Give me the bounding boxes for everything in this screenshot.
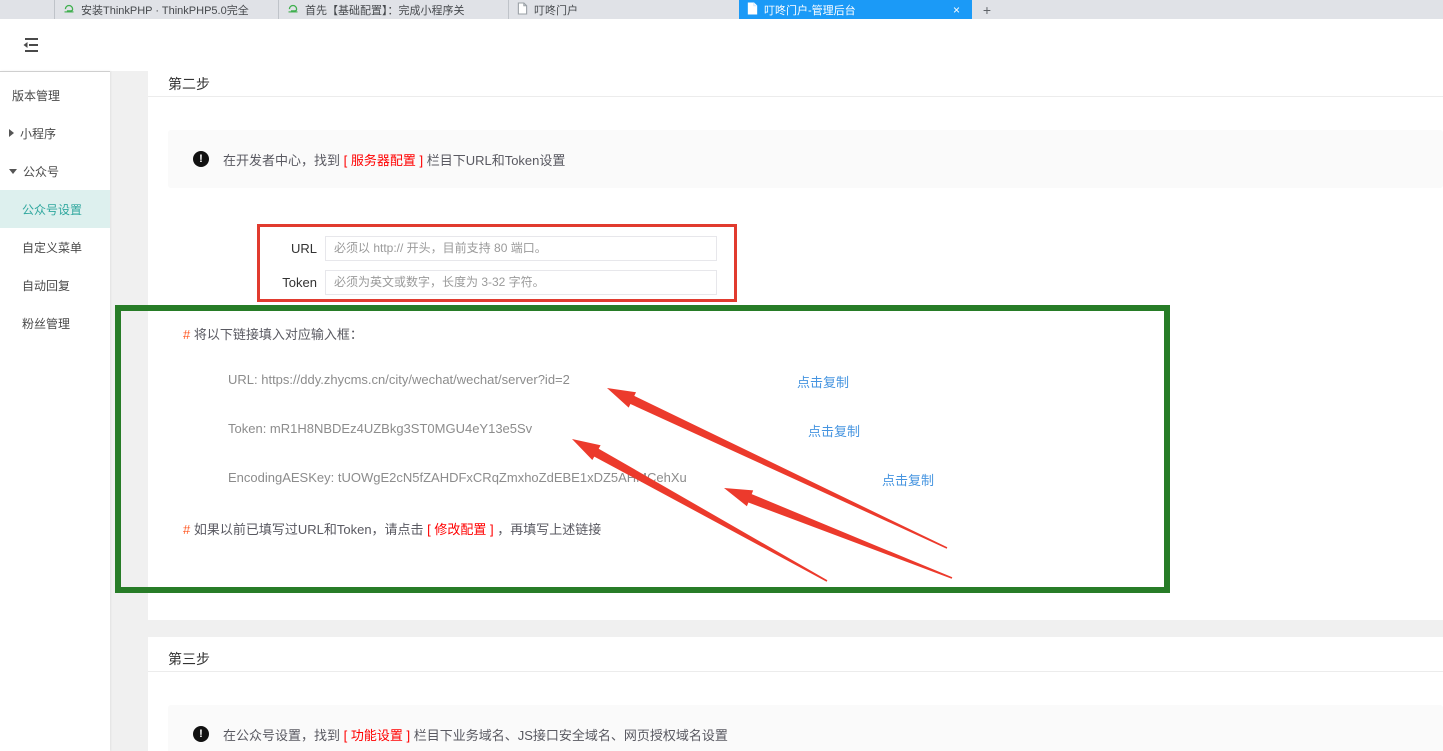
copy-url-link[interactable]: 点击复制 [797,372,849,391]
red-annotation-box: URL Token [257,224,737,302]
tab-title: 首先【基础配置】：完成小程序关 [305,2,500,18]
tab-close-icon[interactable]: × [949,4,964,16]
red-arrow [607,388,947,549]
sidebar-item-label: 自动回复 [22,277,70,294]
sidebar-item-auto-reply[interactable]: 自动回复 [0,266,110,304]
instructions-footer: # 如果以前已填写过URL和Token，请点击 [ 修改配置 ] ，再填写上述链… [183,519,601,538]
server-url-value: URL: https://ddy.zhycms.cn/city/wechat/w… [228,372,570,387]
browser-tab-basic-config[interactable]: 首先【基础配置】：完成小程序关 [279,0,509,19]
notice-text: 在公众号设置，找到 [223,725,344,744]
notice-text: 在开发者中心，找到 [223,150,344,169]
new-tab-button[interactable]: + [972,0,1002,19]
sidebar-item-fans-manage[interactable]: 粉丝管理 [0,304,110,342]
sidebar-item-label: 公众号 [23,163,59,180]
collapse-menu-icon[interactable] [20,36,42,54]
red-arrow [572,439,827,582]
token-input[interactable] [325,270,717,295]
step3-notice: ! 在公众号设置，找到 [ 功能设置 ] 栏目下业务域名、JS接口安全域名、网页… [168,705,1443,751]
exclamation-icon: ! [193,726,209,742]
encoding-aes-key-value: EncodingAESKey: tUOWgE2cN5fZAHDFxCRqZmxh… [228,470,687,485]
sidebar-item-label: 粉丝管理 [22,315,70,332]
browser-tabstrip: 安装ThinkPHP · ThinkPHP5.0完全 首先【基础配置】：完成小程… [0,0,1443,19]
token-field-label: Token [260,275,325,290]
step3-card: 第三步 ! 在公众号设置，找到 [ 功能设置 ] 栏目下业务域名、JS接口安全域… [148,637,1443,751]
url-input[interactable] [325,236,717,261]
sidebar-item-official-account[interactable]: 公众号 [0,152,110,190]
copy-aeskey-link[interactable]: 点击复制 [882,470,934,489]
green-annotation-box [115,305,1170,593]
browser-tab-portal[interactable]: 叮咚门户 [509,0,739,19]
tabstrip-spacer [0,0,55,19]
thinkphp-favicon-icon [287,2,299,17]
sidebar-item-label: 自定义菜单 [22,239,82,256]
url-field-label: URL [260,241,325,256]
instructions-intro: # 将以下链接填入对应输入框： [183,324,363,343]
footer-highlight: [ 修改配置 ] [427,522,493,537]
main-content: 第二步 ! 在开发者中心，找到 [ 服务器配置 ] 栏目下URL和Token设置… [110,71,1443,751]
sidebar-item-version-manage[interactable]: 版本管理 [0,76,110,114]
step2-title: 第二步 [148,71,1443,97]
page-icon [747,2,758,18]
chevron-down-icon [9,169,17,174]
step2-notice: ! 在开发者中心，找到 [ 服务器配置 ] 栏目下URL和Token设置 [168,130,1443,188]
page-icon [517,2,528,18]
tab-title: 安装ThinkPHP · ThinkPHP5.0完全 [81,2,270,18]
tab-title: 叮咚门户 [534,2,731,18]
admin-sidebar: 版本管理 小程序 公众号 公众号设置 自定义菜单 自动回复 粉丝管理 [0,71,110,751]
browser-tab-thinkphp-install[interactable]: 安装ThinkPHP · ThinkPHP5.0完全 [55,0,279,19]
chevron-right-icon [9,129,14,137]
step3-title: 第三步 [148,637,1443,672]
notice-text: 栏目下业务域名、JS接口安全域名、网页授权域名设置 [410,725,728,744]
token-value: Token: mR1H8NBDEz4UZBkg3ST0MGU4eY13e5Sv [228,421,532,436]
sidebar-item-label: 小程序 [20,125,56,142]
sidebar-item-account-settings[interactable]: 公众号设置 [0,190,110,228]
tab-title: 叮咚门户-管理后台 [764,2,943,18]
notice-highlight: [ 服务器配置 ] [344,150,423,169]
sidebar-item-label: 公众号设置 [22,201,82,218]
thinkphp-favicon-icon [63,2,75,17]
browser-tab-admin-active[interactable]: 叮咚门户-管理后台 × [739,0,972,19]
exclamation-icon: ! [193,151,209,167]
red-arrow [724,488,952,579]
copy-token-link[interactable]: 点击复制 [808,421,860,440]
step2-card: 第二步 ! 在开发者中心，找到 [ 服务器配置 ] 栏目下URL和Token设置… [148,71,1443,620]
admin-header [0,19,1443,71]
sidebar-item-miniprogram[interactable]: 小程序 [0,114,110,152]
notice-highlight: [ 功能设置 ] [344,725,410,744]
notice-text: 栏目下URL和Token设置 [423,150,565,169]
sidebar-item-label: 版本管理 [12,87,60,104]
sidebar-item-custom-menu[interactable]: 自定义菜单 [0,228,110,266]
